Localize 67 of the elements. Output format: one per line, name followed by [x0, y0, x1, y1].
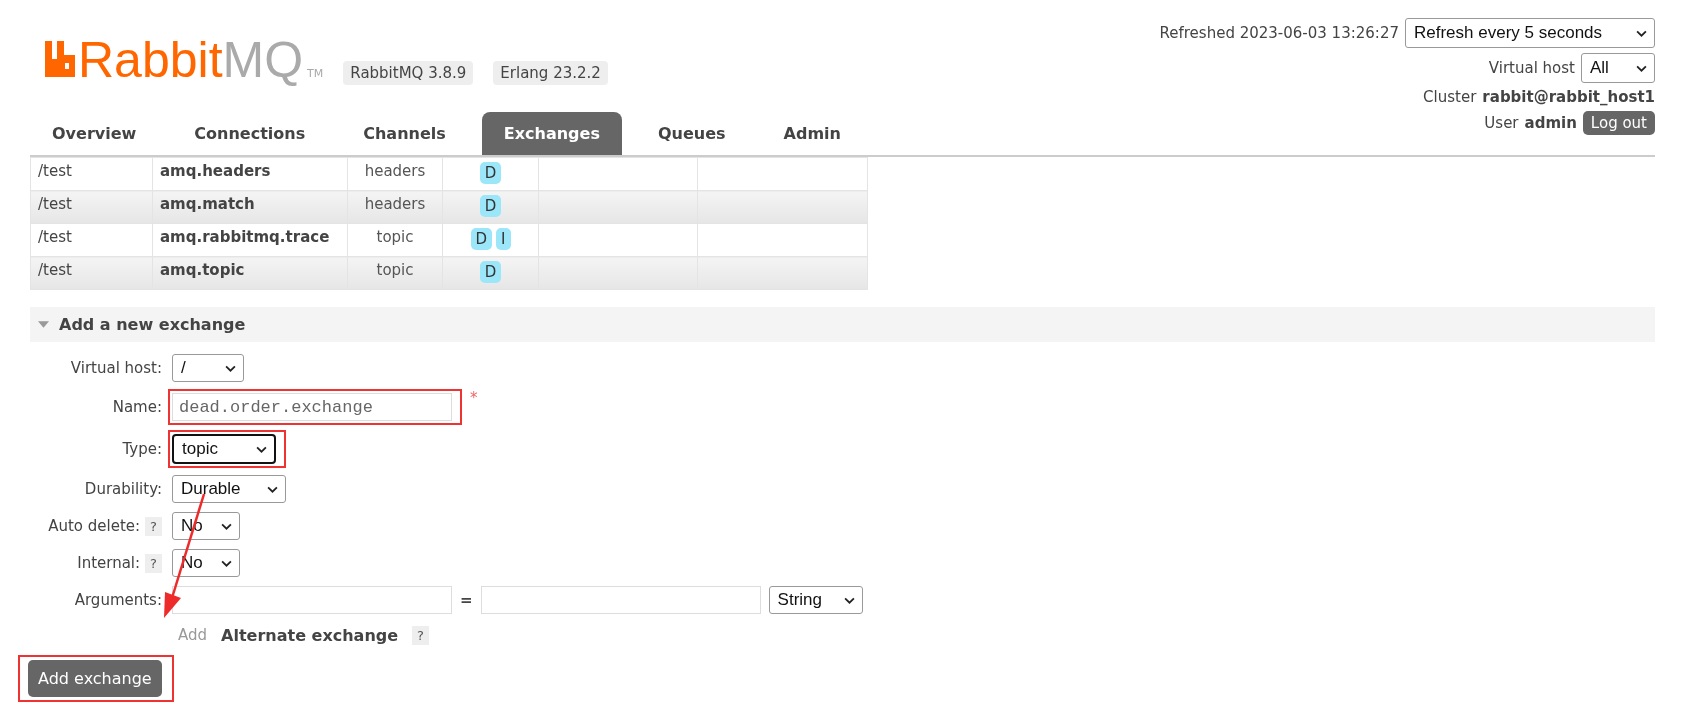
argument-key-field[interactable] [172, 586, 452, 614]
dropdown-select[interactable]: Durable [172, 475, 286, 503]
cluster-label: Cluster [1423, 88, 1477, 106]
chevron-down-icon [1636, 30, 1647, 37]
exchange-name-cell[interactable]: amq.rabbitmq.trace [152, 223, 348, 257]
chevron-down-icon [843, 597, 855, 604]
refreshed-text: Refreshed 2023-06-03 13:26:27 [1159, 24, 1399, 42]
dropdown-select[interactable]: / [172, 354, 244, 382]
table-cell: topic [347, 256, 443, 290]
table-cell: /test [30, 256, 153, 290]
collapse-triangle-icon [38, 321, 49, 328]
refresh-select[interactable]: Refresh every 5 seconds [1405, 18, 1655, 48]
feature-badge: D [479, 261, 502, 283]
exchange-name-cell[interactable]: amq.topic [152, 256, 348, 290]
exchange-name-cell[interactable]: amq.match [152, 190, 348, 224]
user-name: admin [1524, 114, 1577, 132]
nav-tab[interactable]: Exchanges [481, 112, 622, 155]
virtual-host-label: Virtual host [1488, 59, 1575, 77]
dropdown-select[interactable]: topic [172, 434, 276, 464]
field-label: Auto delete: [48, 517, 141, 535]
exchange-name-cell[interactable]: amq.headers [152, 157, 348, 191]
equals-sign: = [460, 591, 473, 609]
required-mark: * [470, 389, 478, 407]
chevron-down-icon [256, 446, 267, 453]
virtual-host-select[interactable]: All [1581, 53, 1655, 83]
table-cell: headers [347, 157, 443, 191]
user-label: User [1484, 114, 1519, 132]
help-button[interactable]: ? [145, 553, 162, 573]
field-label: Durability: [84, 480, 162, 498]
version-badge: RabbitMQ 3.8.9 [343, 61, 474, 85]
section-header[interactable]: Add a new exchange [30, 307, 1655, 342]
section-title: Add a new exchange [59, 315, 246, 334]
nav-tab[interactable]: Queues [635, 112, 748, 155]
chevron-down-icon [1636, 65, 1647, 72]
feature-badge: D [479, 195, 502, 217]
field-label: Virtual host: [70, 359, 162, 377]
chevron-down-icon [225, 365, 236, 372]
nav-tab[interactable]: Channels [341, 112, 468, 155]
alternate-exchange-link[interactable]: Alternate exchange [221, 625, 399, 645]
feature-badge: I [496, 228, 511, 250]
field-label: Type: [122, 440, 162, 458]
nav-tab[interactable]: Connections [172, 112, 328, 155]
version-badge: Erlang 23.2.2 [493, 61, 608, 85]
field-label: Arguments: [74, 591, 162, 609]
help-button[interactable]: ? [145, 516, 162, 536]
table-cell: /test [30, 190, 153, 224]
table-cell: /test [30, 223, 153, 257]
chevron-down-icon [267, 486, 278, 493]
chevron-down-icon [221, 560, 232, 567]
argument-type-select[interactable]: String [768, 586, 863, 614]
name-input-field[interactable]: dead.order.exchange [172, 393, 452, 421]
rabbitmq-logo: RabbitMQ TM [45, 35, 324, 85]
feature-badge: D [470, 228, 493, 250]
field-label: Internal: [77, 554, 141, 572]
add-exchange-button[interactable]: Add exchange [28, 660, 162, 697]
help-button[interactable]: ? [412, 625, 429, 645]
nav-tab[interactable]: Admin [761, 112, 863, 155]
cluster-name: rabbit@rabbit_host1 [1482, 88, 1655, 106]
field-label: Name: [112, 398, 162, 416]
logout-button[interactable]: Log out [1582, 111, 1655, 135]
table-cell: /test [30, 157, 153, 191]
argument-value-field[interactable] [480, 586, 761, 614]
nav-tab[interactable]: Overview [30, 112, 159, 155]
feature-badge: D [479, 162, 502, 184]
table-cell: headers [347, 190, 443, 224]
table-cell: topic [347, 223, 443, 257]
chevron-down-icon [221, 523, 232, 530]
